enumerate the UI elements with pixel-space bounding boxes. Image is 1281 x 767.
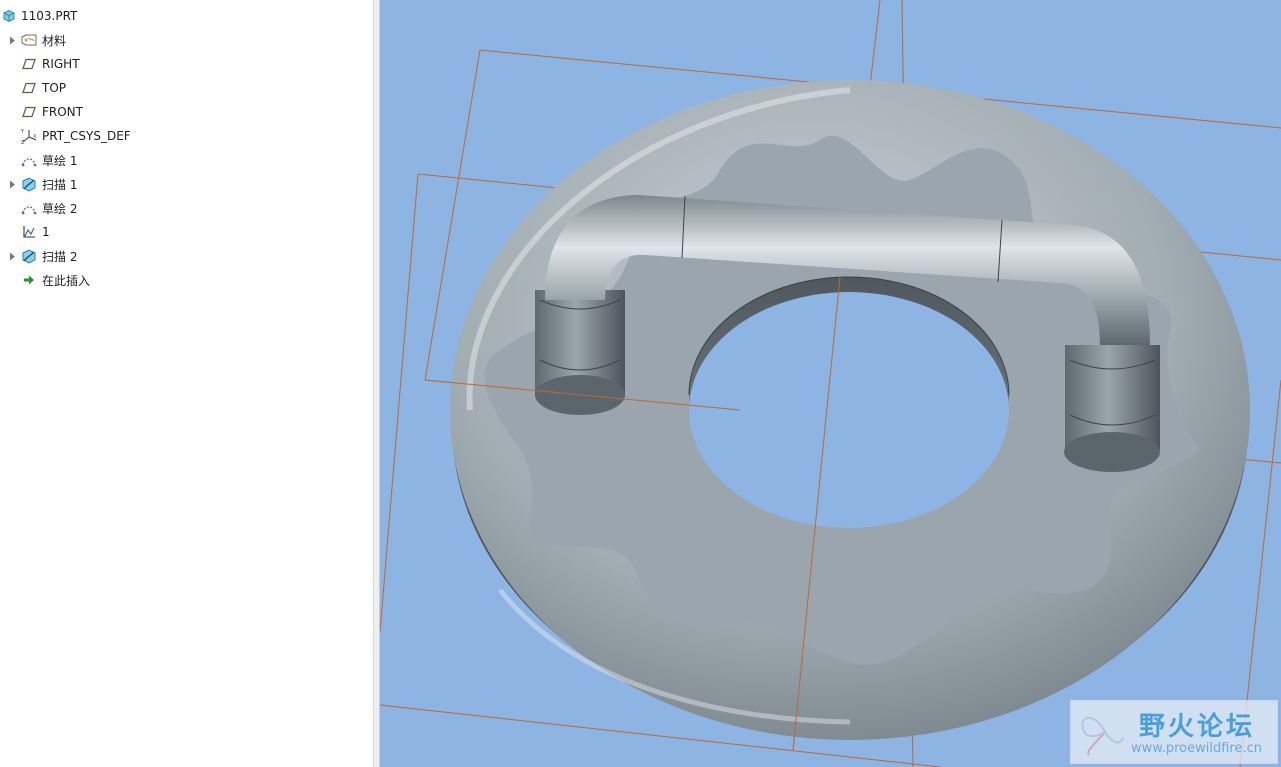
tree-item-top[interactable]: TOP: [0, 77, 373, 99]
tree-item-label: FRONT: [42, 105, 83, 119]
insert-here-arrow-icon: [20, 271, 38, 289]
tree-item-front[interactable]: FRONT: [0, 101, 373, 123]
svg-text:X: X: [33, 134, 37, 140]
tree-item-label: 在此插入: [42, 273, 91, 288]
tree-item-graph-1[interactable]: 1: [0, 221, 373, 243]
forum-watermark: 野火论坛 www.proewildfire.cn: [1070, 700, 1278, 764]
graphics-viewport[interactable]: 野火论坛 www.proewildfire.cn: [380, 0, 1281, 767]
tree-item-csys[interactable]: Y X Z PRT_CSYS_DEF: [0, 125, 373, 147]
tree-item-label: 1: [42, 225, 50, 239]
tree-item-label: PRT_CSYS_DEF: [42, 129, 131, 143]
material-tag-icon: [20, 31, 38, 49]
tree-item-label: 草绘 2: [42, 201, 78, 216]
tree-item-sweep-1[interactable]: 扫描 1: [0, 173, 373, 195]
expand-arrow-icon[interactable]: [6, 252, 18, 261]
tree-item-insert-here[interactable]: 在此插入: [0, 269, 373, 291]
tree-item-label: 扫描 2: [42, 249, 78, 264]
datum-plane-icon: [20, 103, 38, 121]
sweep-feature-icon: [20, 175, 38, 193]
model-render[interactable]: [380, 0, 1281, 767]
coordinate-system-icon: Y X Z: [20, 127, 38, 145]
watermark-title: 野火论坛: [1139, 712, 1256, 742]
tree-root[interactable]: 1103.PRT: [0, 5, 373, 27]
tree-item-sketch-2[interactable]: 草绘 2: [0, 197, 373, 219]
right-post: [1064, 345, 1160, 472]
tree-item-label: 草绘 1: [42, 153, 78, 168]
datum-plane-icon: [20, 55, 38, 73]
tree-item-right[interactable]: RIGHT: [0, 53, 373, 75]
watermark-url: www.proewildfire.cn: [1131, 741, 1262, 756]
left-post: [535, 290, 625, 415]
datum-plane-icon: [20, 79, 38, 97]
graph-feature-icon: [20, 223, 38, 241]
sketch-icon: [20, 151, 38, 169]
sweep-feature-icon: [20, 247, 38, 265]
part-icon: [0, 7, 18, 25]
expand-arrow-icon[interactable]: [6, 36, 18, 45]
tree-item-label: TOP: [42, 81, 67, 95]
model-tree: 1103.PRT 材料 RIGHT TOP FRONT YXZ PRT_CSYS…: [0, 0, 373, 767]
tree-item-sketch-1[interactable]: 草绘 1: [0, 149, 373, 171]
svg-text:Y: Y: [20, 129, 25, 135]
tree-root-label: 1103.PRT: [21, 9, 78, 23]
tree-item-label: 扫描 1: [42, 177, 78, 192]
tree-item-material[interactable]: 材料: [0, 29, 373, 51]
tree-item-label: 材料: [42, 33, 67, 48]
expand-arrow-icon[interactable]: [6, 180, 18, 189]
tree-item-label: RIGHT: [42, 57, 80, 71]
butterfly-logo-icon: [1081, 716, 1124, 756]
svg-text:Z: Z: [21, 140, 25, 145]
tree-item-sweep-2[interactable]: 扫描 2: [0, 245, 373, 267]
panel-splitter[interactable]: [373, 0, 380, 767]
sketch-icon: [20, 199, 38, 217]
